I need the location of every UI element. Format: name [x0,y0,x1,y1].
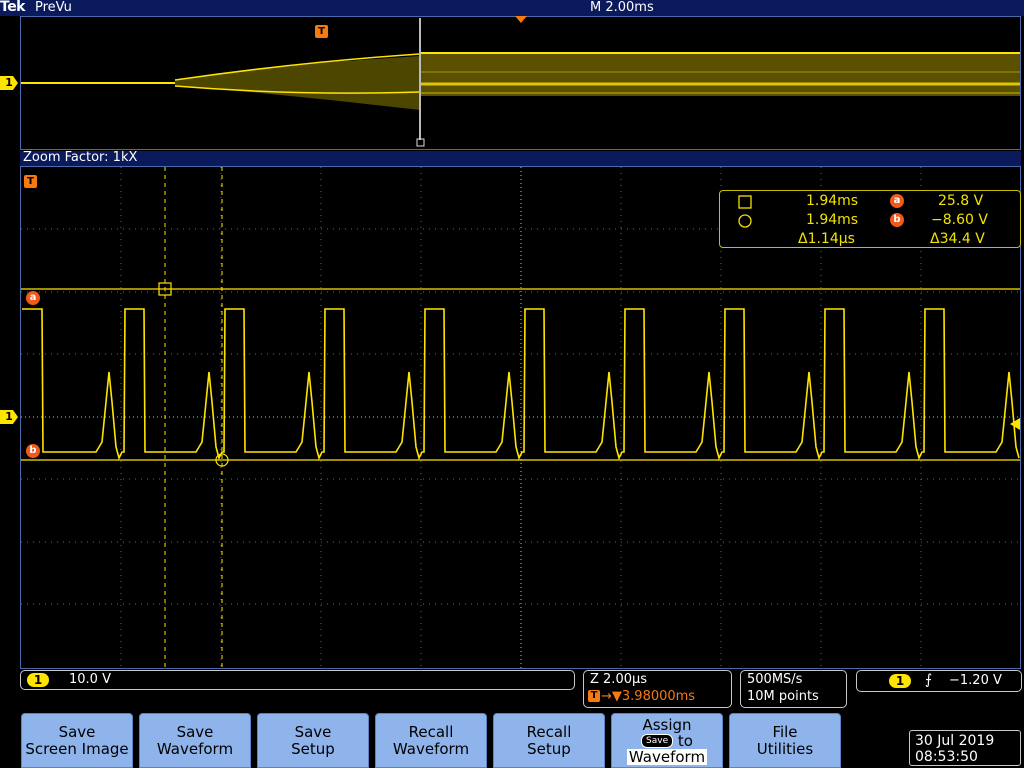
softkey-label: Save [58,722,96,741]
softkey-label: File [772,722,798,741]
readout-time-2: 1.94ms [806,212,859,228]
date-time-display[interactable]: 30 Jul 2019 08:53:50 [909,730,1021,766]
overview-trace [21,52,1020,110]
recall-setup-button[interactable]: Recall Setup [493,713,605,768]
save-setup-button[interactable]: Save Setup [257,713,369,768]
assign-save-button[interactable]: Assign Save to Waveform [611,713,723,768]
readout-time-1: 1.94ms [806,193,859,209]
zoom-scale: Z 2.00µs [590,672,648,687]
readout-cursor-b: b [890,213,904,227]
rising-edge-icon: ⨍ [925,672,933,688]
cursor-a-marker: a [26,291,40,305]
channel-1-badge: 1 [27,673,49,687]
trigger-info-box[interactable]: 1 ⨍ −1.20 V [856,670,1022,692]
readout-delta-value: Δ34.4 V [930,231,985,247]
softkey-label: Setup [291,739,335,758]
softkey-label: Recall [408,722,454,741]
zoom-bar [20,151,1021,166]
file-utilities-button[interactable]: File Utilities [729,713,841,768]
acquisition-info-box[interactable]: 500MS/s 10M points [740,670,847,708]
readout-value-2: −8.60 V [931,212,988,228]
date: 30 Jul 2019 [915,733,995,749]
softkey-label: to [677,731,693,750]
softkey-label: Waveform [626,747,708,766]
trigger-marker-overview: T [315,25,328,38]
channel-1-scale: 10.0 V [69,672,111,687]
softkey-label: Setup [527,739,571,758]
save-waveform-button[interactable]: Save Waveform [139,713,251,768]
trigger-level-arrow [1010,418,1020,430]
readout-value-1: 25.8 V [938,193,984,209]
trigger-position-arrow [515,16,527,23]
sample-rate: 500MS/s [747,672,803,687]
zoom-info-box[interactable]: Z 2.00µs T →▼3.98000ms [583,670,732,708]
recall-waveform-button[interactable]: Recall Waveform [375,713,487,768]
softkey-label: Screen Image [25,739,129,758]
softkey-label: Assign [642,715,692,734]
time: 08:53:50 [915,749,978,765]
square-cursor-icon [738,195,752,209]
zoom-position: →▼3.98000ms [601,689,696,704]
softkey-label: Waveform [156,739,234,758]
softkey-label: Utilities [756,739,814,758]
softkey-label: Save [294,722,332,741]
channel-1-scale-box[interactable]: 1 10.0 V [20,670,575,690]
softkey-label: Save [176,722,214,741]
cursor-b-marker: b [26,444,40,458]
readout-cursor-a: a [890,194,904,208]
save-screen-image-button[interactable]: Save Screen Image [21,713,133,768]
save-chip: Save [641,734,674,748]
zoom-window-handle[interactable] [416,138,425,147]
softkey-label: Recall [526,722,572,741]
circle-cursor-icon [738,214,752,228]
trigger-source-badge: 1 [889,674,911,688]
readout-delta-time: Δ1.14µs [798,231,855,247]
trigger-level: −1.20 V [949,673,1002,688]
cursor-readout-box: 1.94ms a 25.8 V 1.94ms b −8.60 V Δ1.14µs… [719,190,1021,248]
zoom-factor-label: Zoom Factor: 1kX [23,150,138,165]
trigger-position-icon: T [588,690,600,702]
softkey-label: Waveform [392,739,470,758]
record-length: 10M points [747,689,819,704]
trigger-marker-main: T [24,175,37,188]
